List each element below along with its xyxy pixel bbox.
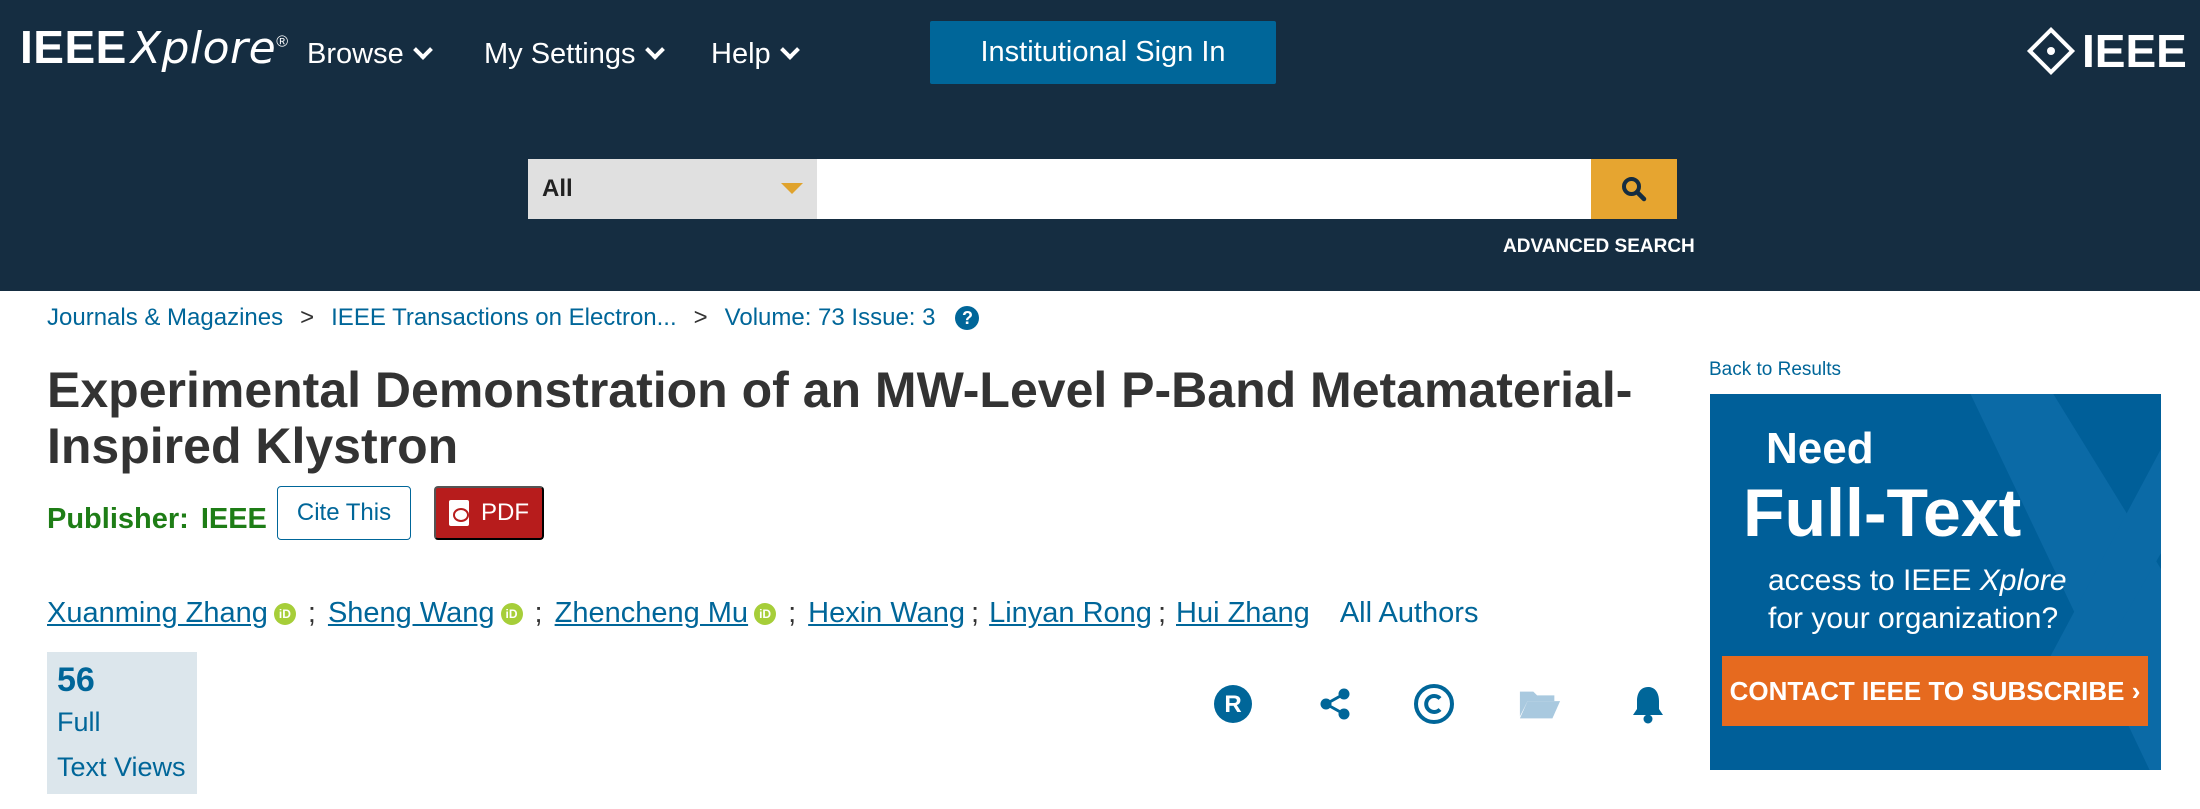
- search-scope-select[interactable]: All: [528, 159, 817, 219]
- author-link[interactable]: Zhencheng Mu: [555, 597, 748, 630]
- author-link[interactable]: Xuanming Zhang: [47, 597, 268, 630]
- caret-down-icon: [781, 183, 803, 194]
- ad-access-xplore: Xplore: [1979, 564, 2067, 597]
- share-icon: [1320, 688, 1350, 720]
- nav-help-label: Help: [711, 38, 771, 70]
- ad-access-text: access to IEEE Xplore for your organizat…: [1768, 562, 2067, 638]
- cite-this-button[interactable]: Cite This: [277, 486, 411, 540]
- author-link[interactable]: Hexin Wang: [808, 597, 965, 630]
- orcid-icon[interactable]: iD: [500, 602, 523, 625]
- chevron-down-icon: [644, 40, 665, 60]
- site-header: IEEEXplore® Browse My Settings Help Inst…: [0, 0, 2200, 291]
- copyright-icon: [1414, 684, 1454, 724]
- author-separator: ;: [788, 597, 797, 629]
- nav-my-settings-label: My Settings: [484, 38, 636, 70]
- breadcrumb: Journals & Magazines > IEEE Transactions…: [47, 304, 980, 332]
- nav-browse[interactable]: Browse: [307, 38, 433, 71]
- logo-registered-mark: ®: [276, 33, 289, 51]
- breadcrumb-journals[interactable]: Journals & Magazines: [47, 304, 283, 332]
- search-button[interactable]: [1591, 159, 1677, 219]
- ieee-xplore-logo[interactable]: IEEEXplore®: [20, 20, 289, 74]
- breadcrumb-publication[interactable]: IEEE Transactions on Electron...: [331, 304, 677, 332]
- article-actions: R: [0, 682, 1700, 732]
- subscribe-ad-banner[interactable]: Need Full-Text access to IEEE Xplore for…: [1710, 394, 2161, 770]
- ieee-diamond-icon: [2026, 26, 2076, 76]
- ad-access-line2: for your organization?: [1768, 602, 2059, 635]
- views-label-line2: Text Views: [57, 752, 186, 782]
- ad-full-text-heading: Full-Text: [1743, 475, 2022, 551]
- search-scope-value: All: [542, 175, 573, 202]
- orcid-icon[interactable]: iD: [754, 602, 777, 625]
- institutional-sign-in-button[interactable]: Institutional Sign In: [930, 21, 1276, 84]
- search-icon: [1622, 177, 1647, 202]
- folder-icon: [1519, 691, 1561, 719]
- ieee-logo-text: IEEE: [2082, 25, 2187, 77]
- author-separator: ;: [307, 597, 316, 629]
- ieee-logo[interactable]: IEEE: [2026, 24, 2187, 78]
- author-separator: ;: [534, 597, 543, 629]
- contact-ieee-subscribe-button[interactable]: CONTACT IEEE TO SUBSCRIBE ›: [1722, 656, 2148, 726]
- author-link[interactable]: Sheng Wang: [328, 597, 495, 630]
- nav-browse-label: Browse: [307, 38, 404, 70]
- nav-my-settings[interactable]: My Settings: [484, 38, 665, 71]
- search-input[interactable]: [817, 159, 1591, 219]
- ad-need-text: Need: [1766, 424, 1874, 473]
- back-to-results-link[interactable]: Back to Results: [1709, 359, 1841, 381]
- nav-help[interactable]: Help: [711, 38, 800, 71]
- article-title: Experimental Demonstration of an MW-Leve…: [47, 362, 1633, 474]
- pdf-file-icon: [449, 500, 469, 526]
- alerts-button[interactable]: [1626, 682, 1670, 726]
- breadcrumb-separator: >: [693, 304, 708, 331]
- publisher-value: IEEE: [200, 503, 267, 535]
- orcid-icon[interactable]: iD: [273, 602, 296, 625]
- copyright-button[interactable]: [1412, 682, 1456, 726]
- save-to-folder-button[interactable]: [1518, 682, 1562, 726]
- author-link[interactable]: Linyan Rong: [989, 597, 1152, 630]
- ad-access-line1: access to IEEE: [1768, 564, 1972, 597]
- breadcrumb-separator: >: [300, 304, 315, 331]
- share-button[interactable]: [1313, 682, 1357, 726]
- publisher: Publisher: IEEE: [47, 503, 267, 536]
- logo-xplore-text: Xplore: [130, 23, 277, 74]
- advanced-search-link[interactable]: ADVANCED SEARCH: [1503, 236, 1695, 258]
- publisher-label: Publisher:: [47, 503, 189, 535]
- rights-icon: R: [1214, 685, 1252, 723]
- help-icon[interactable]: ?: [955, 306, 980, 330]
- author-link[interactable]: Hui Zhang: [1176, 597, 1310, 630]
- chevron-down-icon: [412, 40, 433, 60]
- rights-permissions-button[interactable]: R: [1211, 682, 1255, 726]
- breadcrumb-volume-issue[interactable]: Volume: 73 Issue: 3: [725, 304, 936, 332]
- alert-bell-icon: [1633, 687, 1663, 724]
- pdf-button-label: PDF: [481, 499, 529, 526]
- author-separator: ;: [1157, 597, 1166, 629]
- search-bar: All: [528, 159, 1677, 219]
- pdf-button[interactable]: PDF: [434, 486, 544, 540]
- author-list: Xuanming Zhang iD ; Sheng Wang iD ; Zhen…: [47, 597, 1478, 630]
- all-authors-link[interactable]: All Authors: [1340, 597, 1479, 630]
- author-separator: ;: [971, 597, 980, 629]
- logo-ieee-text: IEEE: [20, 21, 127, 73]
- svg-text:R: R: [1224, 691, 1241, 718]
- chevron-down-icon: [779, 40, 800, 60]
